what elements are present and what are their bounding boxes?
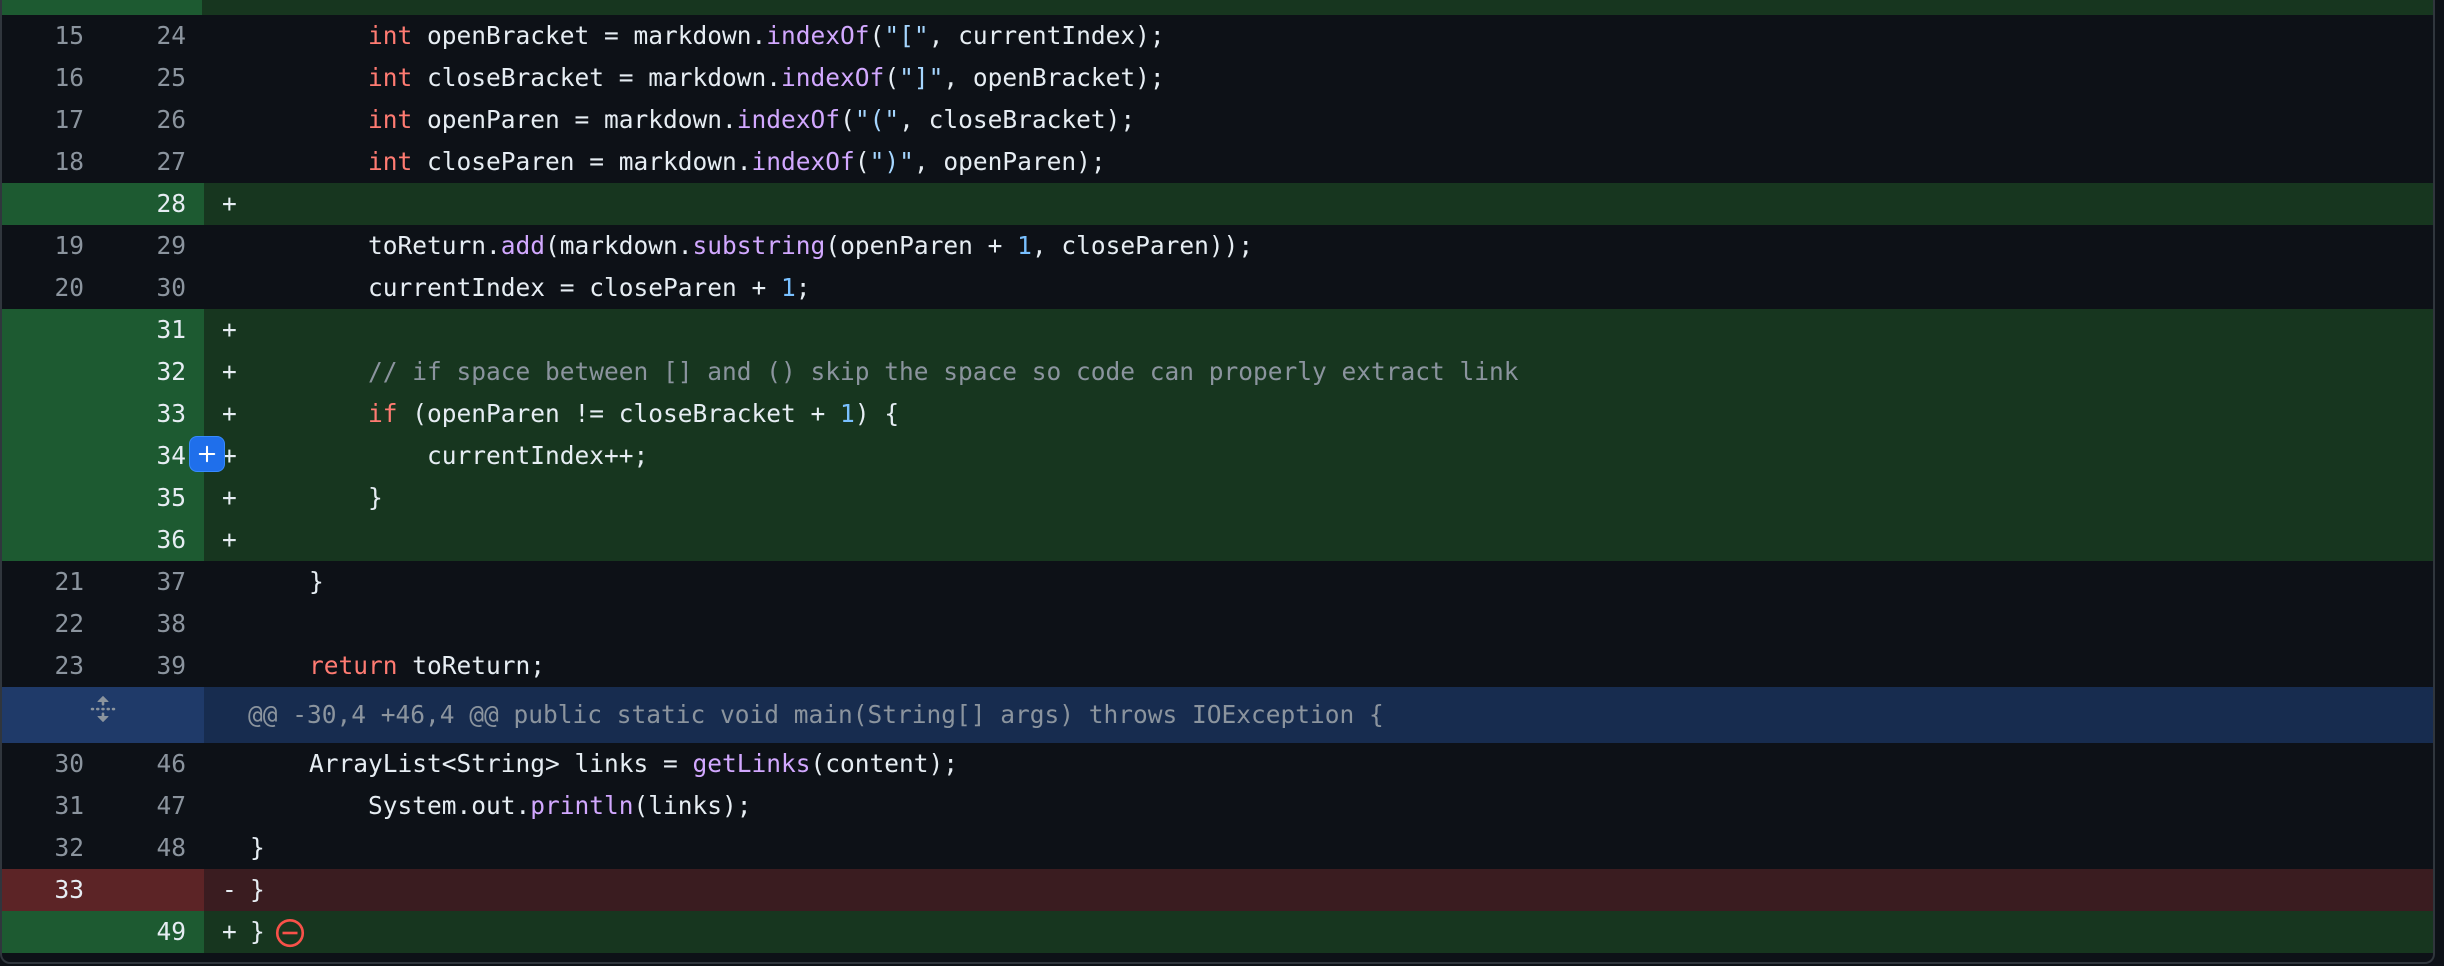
new-line-number[interactable]: 27	[104, 141, 204, 183]
new-line-number	[104, 869, 204, 911]
old-line-number[interactable]: 30	[2, 743, 104, 785]
code-line: + // if space between [] and () skip the…	[204, 351, 2433, 393]
diff-line-deleted: 33 -}	[2, 869, 2433, 911]
diff-line-added: 49 +}	[2, 911, 2433, 953]
old-line-number	[2, 477, 104, 519]
new-line-number[interactable]: 34	[104, 435, 204, 477]
diff-line-added: 35 + }	[2, 477, 2433, 519]
diff-line-added: 31 +	[2, 309, 2433, 351]
code-line: toReturn.add(markdown.substring(openPare…	[250, 231, 1254, 260]
diff-line-added: 34 + currentIndex++;	[2, 435, 2433, 477]
new-line-number[interactable]: 28	[104, 183, 204, 225]
expand-button[interactable]	[2, 687, 204, 743]
old-line-number[interactable]: 22	[2, 603, 104, 645]
plus-icon	[198, 445, 216, 463]
diff-line: 32 48 }	[2, 827, 2433, 869]
diff-line: 18 27 int closeParen = markdown.indexOf(…	[2, 141, 2433, 183]
new-line-number[interactable]: 33	[104, 393, 204, 435]
code-line: int openBracket = markdown.indexOf("[", …	[368, 21, 1165, 50]
new-line-number[interactable]: 26	[104, 99, 204, 141]
code-line: int openParen = markdown.indexOf("(", cl…	[368, 105, 1136, 134]
code-line: ArrayList<String> links = getLinks(conte…	[250, 749, 959, 778]
code-line: int closeParen = markdown.indexOf(")", o…	[368, 147, 1106, 176]
old-line-number[interactable]: 18	[2, 141, 104, 183]
unfold-icon	[90, 696, 116, 722]
new-line-number[interactable]: 30	[104, 267, 204, 309]
diff-line: 31 47 System.out.println(links);	[2, 785, 2433, 827]
old-line-number[interactable]: 15	[2, 15, 104, 57]
old-line-number[interactable]: 17	[2, 99, 104, 141]
code-line: +}	[204, 911, 2433, 953]
code-line: + }	[204, 477, 2433, 519]
diff-line-added: 28 +	[2, 183, 2433, 225]
code-line: }	[250, 833, 265, 862]
new-line-number[interactable]: 32	[104, 351, 204, 393]
old-line-number[interactable]: 31	[2, 785, 104, 827]
old-line-number[interactable]: 23	[2, 645, 104, 687]
diff-view: 15 24 int openBracket = markdown.indexOf…	[0, 0, 2435, 964]
code-line: currentIndex = closeParen + 1;	[250, 273, 811, 302]
new-line-number[interactable]: 48	[104, 827, 204, 869]
code-line: +	[204, 309, 2433, 351]
diff-line-added: 36 +	[2, 519, 2433, 561]
old-line-number[interactable]: 20	[2, 267, 104, 309]
old-line-number	[2, 309, 104, 351]
hunk-header-text: @@ -30,4 +46,4 @@ public static void mai…	[204, 687, 2433, 743]
new-line-number[interactable]: 47	[104, 785, 204, 827]
new-line-number[interactable]: 25	[104, 57, 204, 99]
diff-line: 21 37 }	[2, 561, 2433, 603]
diff-line-added: 33 + if (openParen != closeBracket + 1) …	[2, 393, 2433, 435]
diff-line: 17 26 int openParen = markdown.indexOf("…	[2, 99, 2433, 141]
new-line-number[interactable]: 46	[104, 743, 204, 785]
add-comment-button[interactable]	[190, 437, 224, 471]
code-line: +	[204, 519, 2433, 561]
new-line-number[interactable]: 31	[104, 309, 204, 351]
new-line-number[interactable]: 37	[104, 561, 204, 603]
old-line-number[interactable]: 32	[2, 827, 104, 869]
diff-line: 16 25 int closeBracket = markdown.indexO…	[2, 57, 2433, 99]
code-line: }	[250, 567, 324, 596]
old-line-number	[2, 393, 104, 435]
new-line-number[interactable]: 24	[104, 15, 204, 57]
new-line-number[interactable]: 29	[104, 225, 204, 267]
previous-added-line	[2, 0, 2433, 15]
old-line-number	[2, 435, 104, 477]
diff-line: 20 30 currentIndex = closeParen + 1;	[2, 267, 2433, 309]
old-line-number	[2, 911, 104, 953]
diff-line: 22 38	[2, 603, 2433, 645]
diff-line: 19 29 toReturn.add(markdown.substring(op…	[2, 225, 2433, 267]
diff-line: 30 46 ArrayList<String> links = getLinks…	[2, 743, 2433, 785]
old-line-number[interactable]: 21	[2, 561, 104, 603]
code-line: return toReturn;	[309, 651, 546, 680]
old-line-number	[2, 183, 104, 225]
old-line-number	[2, 351, 104, 393]
old-line-number[interactable]: 16	[2, 57, 104, 99]
new-line-number[interactable]: 49	[104, 911, 204, 953]
new-line-number[interactable]: 36	[104, 519, 204, 561]
old-line-number[interactable]: 33	[2, 869, 104, 911]
new-line-number[interactable]: 38	[104, 603, 204, 645]
code-line: +	[204, 183, 2433, 225]
code-line: int closeBracket = markdown.indexOf("]",…	[368, 63, 1165, 92]
hunk-header: @@ -30,4 +46,4 @@ public static void mai…	[2, 687, 2433, 743]
diff-line: 15 24 int openBracket = markdown.indexOf…	[2, 15, 2433, 57]
diff-line-added: 32 + // if space between [] and () skip …	[2, 351, 2433, 393]
old-line-number	[2, 519, 104, 561]
new-line-number[interactable]: 39	[104, 645, 204, 687]
code-line: + currentIndex++;	[204, 435, 2433, 477]
code-line: System.out.println(links);	[250, 791, 752, 820]
diff-line: 23 39 return toReturn;	[2, 645, 2433, 687]
old-line-number[interactable]: 19	[2, 225, 104, 267]
no-entry-icon	[275, 918, 304, 948]
new-line-number[interactable]: 35	[104, 477, 204, 519]
code-line: + if (openParen != closeBracket + 1) {	[204, 393, 2433, 435]
code-line: -}	[204, 869, 2433, 911]
